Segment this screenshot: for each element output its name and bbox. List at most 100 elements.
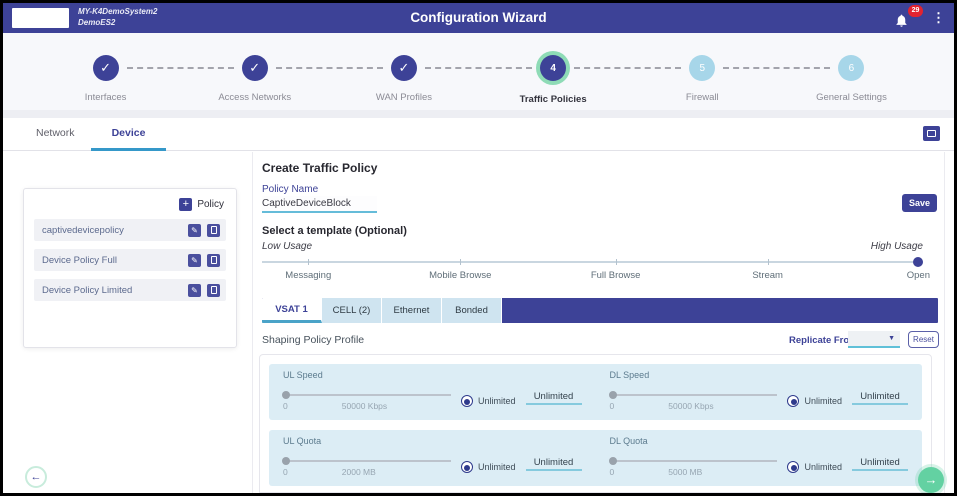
policy-name: captivedevicepolicy bbox=[34, 225, 188, 236]
dl-quota-value-input[interactable] bbox=[852, 455, 908, 471]
page-title: Configuration Wizard bbox=[3, 10, 954, 25]
kebab-menu-icon[interactable]: ⋮ bbox=[932, 10, 942, 26]
unlimited-radio[interactable] bbox=[461, 395, 473, 407]
policy-name-label: Policy Name bbox=[262, 184, 318, 195]
policy-name: Device Policy Full bbox=[34, 255, 188, 266]
radio-dot bbox=[791, 465, 797, 471]
step-label: Firewall bbox=[686, 92, 719, 103]
ul-quota-panel: UL Quota 0 2000 MB Unlimited bbox=[269, 430, 596, 486]
tab-ethernet[interactable]: Ethernet bbox=[382, 298, 442, 323]
unlimited-radio[interactable] bbox=[461, 461, 473, 473]
wizard-stepper: ✓ Interfaces ✓ Access Networks ✓ WAN Pro… bbox=[3, 33, 954, 110]
ul-quota-value-input[interactable] bbox=[526, 455, 582, 471]
section-separator bbox=[3, 110, 954, 118]
quota-slider-row: UL Quota 0 2000 MB Unlimited DL Quota bbox=[269, 430, 922, 486]
shaping-policy-title: Shaping Policy Profile bbox=[262, 334, 364, 346]
policy-name-input[interactable] bbox=[262, 196, 377, 213]
policy-list-item[interactable]: Device Policy Limited ✎ bbox=[34, 279, 226, 301]
tab-bonded[interactable]: Bonded bbox=[442, 298, 502, 323]
policy-name: Device Policy Limited bbox=[34, 285, 188, 296]
template-slider-knob[interactable] bbox=[913, 257, 923, 267]
slider-max: 50000 Kbps bbox=[342, 401, 387, 411]
step-access-networks[interactable]: ✓ Access Networks bbox=[180, 33, 329, 110]
panel-toggle-icon[interactable] bbox=[923, 126, 940, 141]
dl-speed-panel: DL Speed 0 50000 Kbps Unlimited bbox=[596, 364, 923, 420]
slider-tick bbox=[460, 259, 461, 265]
slider-track bbox=[610, 460, 778, 462]
step-traffic-policies[interactable]: 4 Traffic Policies bbox=[479, 33, 628, 110]
plus-icon: + bbox=[179, 198, 192, 211]
tab-network[interactable]: Network bbox=[36, 127, 75, 139]
view-tabbar: Network Device bbox=[3, 118, 954, 151]
slider-tick bbox=[616, 259, 617, 265]
step-number: 4 bbox=[540, 55, 566, 81]
policy-list-panel: + Policy captivedevicepolicy ✎ Device Po… bbox=[23, 188, 237, 348]
template-option-messaging[interactable]: Messaging bbox=[285, 270, 331, 281]
delete-icon[interactable] bbox=[207, 284, 220, 297]
dl-speed-slider[interactable]: 0 50000 Kbps bbox=[610, 389, 778, 413]
slider-knob[interactable] bbox=[282, 457, 290, 465]
ul-speed-label: UL Speed bbox=[283, 370, 582, 380]
slider-max: 50000 Kbps bbox=[668, 401, 713, 411]
slider-min: 0 bbox=[283, 401, 288, 411]
app-header: MY-K4DemoSystem2 DemoES2 Configuration W… bbox=[3, 3, 954, 33]
unlimited-radio[interactable] bbox=[787, 395, 799, 407]
replicate-from-dropdown[interactable]: ▼ bbox=[848, 331, 900, 348]
slider-knob[interactable] bbox=[609, 457, 617, 465]
notifications-button[interactable]: 29 bbox=[894, 9, 914, 29]
save-button[interactable]: Save bbox=[902, 194, 937, 212]
unlimited-radio[interactable] bbox=[787, 461, 799, 473]
template-heading: Select a template (Optional) bbox=[262, 225, 407, 237]
step-label: Traffic Policies bbox=[520, 94, 587, 105]
template-option-mobile-browse[interactable]: Mobile Browse bbox=[429, 270, 491, 281]
edit-icon[interactable]: ✎ bbox=[188, 284, 201, 297]
template-option-stream[interactable]: Stream bbox=[752, 270, 783, 281]
dl-quota-slider[interactable]: 0 5000 MB bbox=[610, 455, 778, 479]
slider-track bbox=[610, 394, 778, 396]
add-policy-label: Policy bbox=[197, 199, 224, 210]
step-firewall[interactable]: 5 Firewall bbox=[628, 33, 777, 110]
policy-list-item[interactable]: captivedevicepolicy ✎ bbox=[34, 219, 226, 241]
step-wan-profiles[interactable]: ✓ WAN Profiles bbox=[329, 33, 478, 110]
ul-speed-value-input[interactable] bbox=[526, 389, 582, 405]
step-number: 6 bbox=[838, 55, 864, 81]
slider-tick bbox=[768, 259, 769, 265]
ul-speed-slider[interactable]: 0 50000 Kbps bbox=[283, 389, 451, 413]
step-label: Access Networks bbox=[218, 92, 291, 103]
policy-list-item[interactable]: Device Policy Full ✎ bbox=[34, 249, 226, 271]
forward-button[interactable]: → bbox=[918, 467, 944, 493]
add-policy-button[interactable]: + Policy bbox=[24, 189, 236, 219]
step-interfaces[interactable]: ✓ Interfaces bbox=[31, 33, 180, 110]
trash-glyph bbox=[211, 256, 217, 264]
tab-cell[interactable]: CELL (2) bbox=[322, 298, 382, 323]
edit-icon[interactable]: ✎ bbox=[188, 224, 201, 237]
reset-button[interactable]: Reset bbox=[908, 331, 939, 348]
unlimited-radio-label: Unlimited bbox=[804, 396, 842, 406]
ul-quota-label: UL Quota bbox=[283, 436, 582, 446]
tab-device[interactable]: Device bbox=[91, 118, 166, 151]
slider-knob[interactable] bbox=[609, 391, 617, 399]
back-button[interactable]: ← bbox=[25, 466, 47, 488]
delete-icon[interactable] bbox=[207, 254, 220, 267]
template-option-full-browse[interactable]: Full Browse bbox=[591, 270, 641, 281]
slider-knob[interactable] bbox=[282, 391, 290, 399]
radio-dot bbox=[464, 399, 470, 405]
tab-vsat-1[interactable]: VSAT 1 bbox=[262, 298, 322, 323]
step-label: WAN Profiles bbox=[376, 92, 432, 103]
dl-speed-value-input[interactable] bbox=[852, 389, 908, 405]
template-slider-track[interactable] bbox=[262, 261, 923, 263]
unlimited-radio-label: Unlimited bbox=[804, 462, 842, 472]
slider-track bbox=[283, 394, 451, 396]
radio-dot bbox=[464, 465, 470, 471]
ul-quota-slider[interactable]: 0 2000 MB bbox=[283, 455, 451, 479]
delete-icon[interactable] bbox=[207, 224, 220, 237]
speed-slider-row: UL Speed 0 50000 Kbps Unlimited DL Speed bbox=[269, 364, 922, 420]
dropdown-arrow-icon: ▼ bbox=[888, 335, 895, 342]
edit-icon[interactable]: ✎ bbox=[188, 254, 201, 267]
step-general-settings[interactable]: 6 General Settings bbox=[777, 33, 926, 110]
high-usage-label: High Usage bbox=[843, 241, 923, 252]
template-slider[interactable]: Messaging Mobile Browse Full Browse Stre… bbox=[262, 258, 923, 282]
notification-badge: 29 bbox=[908, 5, 923, 17]
wan-profile-tabbar: VSAT 1 CELL (2) Ethernet Bonded bbox=[262, 298, 938, 323]
template-option-open[interactable]: Open bbox=[907, 270, 930, 281]
